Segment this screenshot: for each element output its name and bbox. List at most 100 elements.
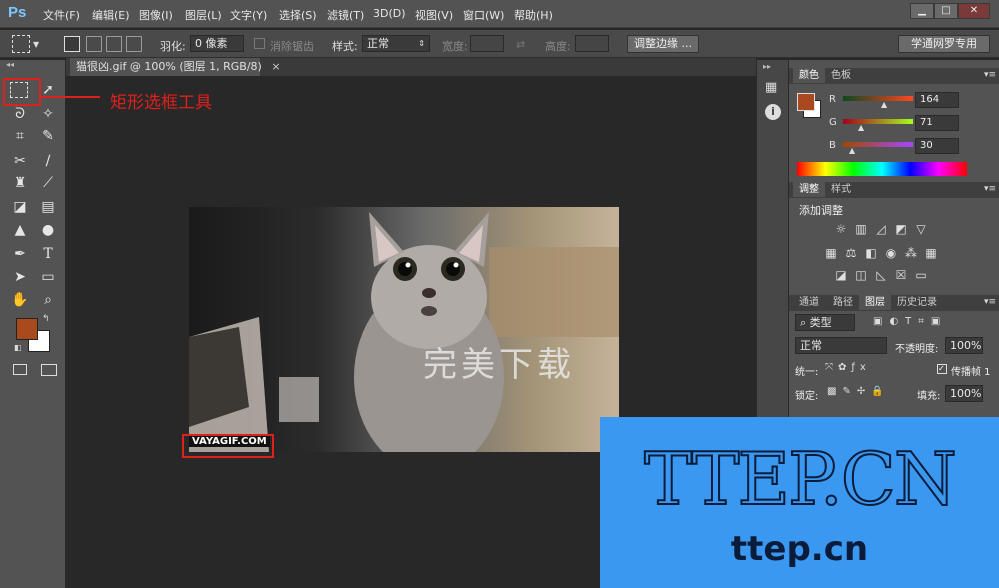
collapse-icon[interactable]: ◂◂: [6, 60, 14, 69]
marquee-preset-icon[interactable]: [12, 35, 30, 53]
tab-styles[interactable]: 样式: [825, 182, 857, 197]
selective-color-icon[interactable]: ☒: [893, 268, 909, 282]
document-image[interactable]: 完美下载 VAYAGIF.COM: [189, 207, 619, 452]
eraser-icon[interactable]: ◪: [10, 197, 30, 217]
invert-icon[interactable]: ◪: [833, 268, 849, 282]
add-selection-icon[interactable]: [86, 36, 102, 52]
lasso-tool-icon[interactable]: ᘐ: [10, 104, 30, 124]
antialias-checkbox[interactable]: [254, 38, 265, 49]
slider-r-track[interactable]: [843, 96, 913, 101]
black-white-icon[interactable]: ◧: [863, 246, 879, 260]
vibrance-icon[interactable]: ▽: [913, 222, 929, 236]
blend-mode-select[interactable]: 正常: [795, 337, 887, 354]
hand-tool-icon[interactable]: ✋: [10, 290, 30, 310]
subtract-selection-icon[interactable]: [106, 36, 122, 52]
gradient-map-icon[interactable]: ▭: [913, 268, 929, 282]
hue-saturation-icon[interactable]: ▦: [823, 246, 839, 260]
tab-history[interactable]: 历史记录: [891, 295, 943, 310]
height-input[interactable]: [575, 35, 609, 52]
menu-help[interactable]: 帮助(H): [514, 7, 553, 23]
lock-icons[interactable]: ▩✎✢🔒: [827, 386, 890, 397]
pen-tool-icon[interactable]: ✒: [10, 244, 30, 264]
magic-wand-icon[interactable]: ✧: [38, 104, 58, 124]
type-tool-icon[interactable]: T: [38, 244, 58, 264]
panel-menu-icon[interactable]: ▾≡: [984, 184, 996, 194]
tab-swatches[interactable]: 色板: [825, 68, 857, 83]
unify-icons[interactable]: ⤧✿ƒx: [825, 362, 871, 373]
rectangle-shape-icon[interactable]: ▭: [38, 267, 58, 287]
color-lookup-icon[interactable]: ▦: [923, 246, 939, 260]
menu-view[interactable]: 视图(V): [415, 7, 453, 23]
posterize-icon[interactable]: ◫: [853, 268, 869, 282]
photo-filter-icon[interactable]: ◉: [883, 246, 899, 260]
width-input[interactable]: [470, 35, 504, 52]
layer-filter-icons[interactable]: ▣◐T⌗▣: [873, 316, 947, 327]
curves-icon[interactable]: ◿: [873, 222, 889, 236]
opacity-input[interactable]: 100%: [945, 337, 983, 354]
path-selection-icon[interactable]: ➤: [10, 267, 30, 287]
menu-layer[interactable]: 图层(L): [185, 7, 222, 23]
exposure-icon[interactable]: ◩: [893, 222, 909, 236]
color-balance-icon[interactable]: ⚖: [843, 246, 859, 260]
brush-tool-icon[interactable]: ∕: [38, 151, 58, 171]
slider-g-track[interactable]: [843, 119, 913, 124]
minimize-button[interactable]: ▁: [910, 3, 934, 19]
style-select[interactable]: 正常 ⇕: [362, 35, 430, 52]
new-selection-icon[interactable]: [64, 36, 80, 52]
clone-stamp-icon[interactable]: ♜: [10, 173, 30, 193]
propagate-checkbox[interactable]: ✓: [937, 364, 947, 374]
gradient-icon[interactable]: ▤: [38, 197, 58, 217]
panel-menu-icon[interactable]: ▾≡: [984, 70, 996, 80]
menu-window[interactable]: 窗口(W): [463, 7, 504, 23]
screen-mode-icon[interactable]: [41, 364, 57, 376]
default-colors-icon[interactable]: ◧: [14, 343, 22, 352]
slider-g-thumb[interactable]: ▲: [858, 123, 864, 132]
feather-input[interactable]: 0 像素: [190, 35, 244, 52]
color-fg-swatch[interactable]: [797, 93, 815, 111]
refine-edge-button[interactable]: 调整边缘 ...: [627, 35, 699, 53]
tab-channels[interactable]: 通道: [793, 295, 825, 310]
history-panel-icon[interactable]: ▦: [765, 80, 781, 96]
close-tab-icon[interactable]: ×: [271, 60, 280, 73]
dodge-tool-icon[interactable]: ●: [38, 220, 58, 240]
color-spectrum[interactable]: [797, 162, 967, 176]
document-tab[interactable]: 猫很凶.gif @ 100% (图层 1, RGB/8) ×: [70, 58, 281, 76]
slider-g-value[interactable]: 71: [915, 115, 959, 131]
fill-input[interactable]: 100%: [945, 385, 983, 402]
menu-type[interactable]: 文字(Y): [230, 7, 267, 23]
crop-tool-icon[interactable]: ⌗: [10, 126, 30, 146]
info-icon[interactable]: i: [765, 104, 781, 120]
slider-b-thumb[interactable]: ▲: [849, 146, 855, 155]
levels-icon[interactable]: ▥: [853, 222, 869, 236]
healing-brush-icon[interactable]: ✂: [10, 151, 30, 171]
tab-adjustments[interactable]: 调整: [793, 182, 825, 197]
slider-r-thumb[interactable]: ▲: [881, 100, 887, 109]
maximize-button[interactable]: □: [934, 3, 958, 19]
channel-mixer-icon[interactable]: ⁂: [903, 246, 919, 260]
swap-icon[interactable]: ⇄: [516, 38, 525, 51]
eyedropper-icon[interactable]: ✎: [38, 126, 58, 146]
close-button[interactable]: ✕: [958, 3, 990, 19]
expand-icon[interactable]: ▸▸: [763, 62, 771, 71]
chevron-down-icon[interactable]: ▼: [33, 40, 39, 49]
threshold-icon[interactable]: ◺: [873, 268, 889, 282]
tab-paths[interactable]: 路径: [827, 295, 859, 310]
brightness-icon[interactable]: ☼: [833, 222, 849, 236]
panel-menu-icon[interactable]: ▾≡: [984, 297, 996, 307]
workspace-button[interactable]: 学通网罗专用: [898, 35, 990, 53]
menu-image[interactable]: 图像(I): [139, 7, 173, 23]
tab-layers[interactable]: 图层: [859, 295, 891, 310]
history-brush-icon[interactable]: ⟋: [38, 173, 58, 193]
quick-mask-icon[interactable]: [13, 364, 27, 375]
slider-b-value[interactable]: 30: [915, 138, 959, 154]
menu-3d[interactable]: 3D(D): [373, 7, 406, 20]
intersect-selection-icon[interactable]: [126, 36, 142, 52]
menu-edit[interactable]: 编辑(E): [92, 7, 130, 23]
menu-filter[interactable]: 滤镜(T): [327, 7, 364, 23]
tab-color[interactable]: 颜色: [793, 68, 825, 83]
layer-filter-select[interactable]: ⌕ 类型: [795, 314, 855, 331]
blur-tool-icon[interactable]: ▲: [10, 220, 30, 240]
menu-select[interactable]: 选择(S): [279, 7, 317, 23]
slider-r-value[interactable]: 164: [915, 92, 959, 108]
menu-file[interactable]: 文件(F): [43, 7, 80, 23]
